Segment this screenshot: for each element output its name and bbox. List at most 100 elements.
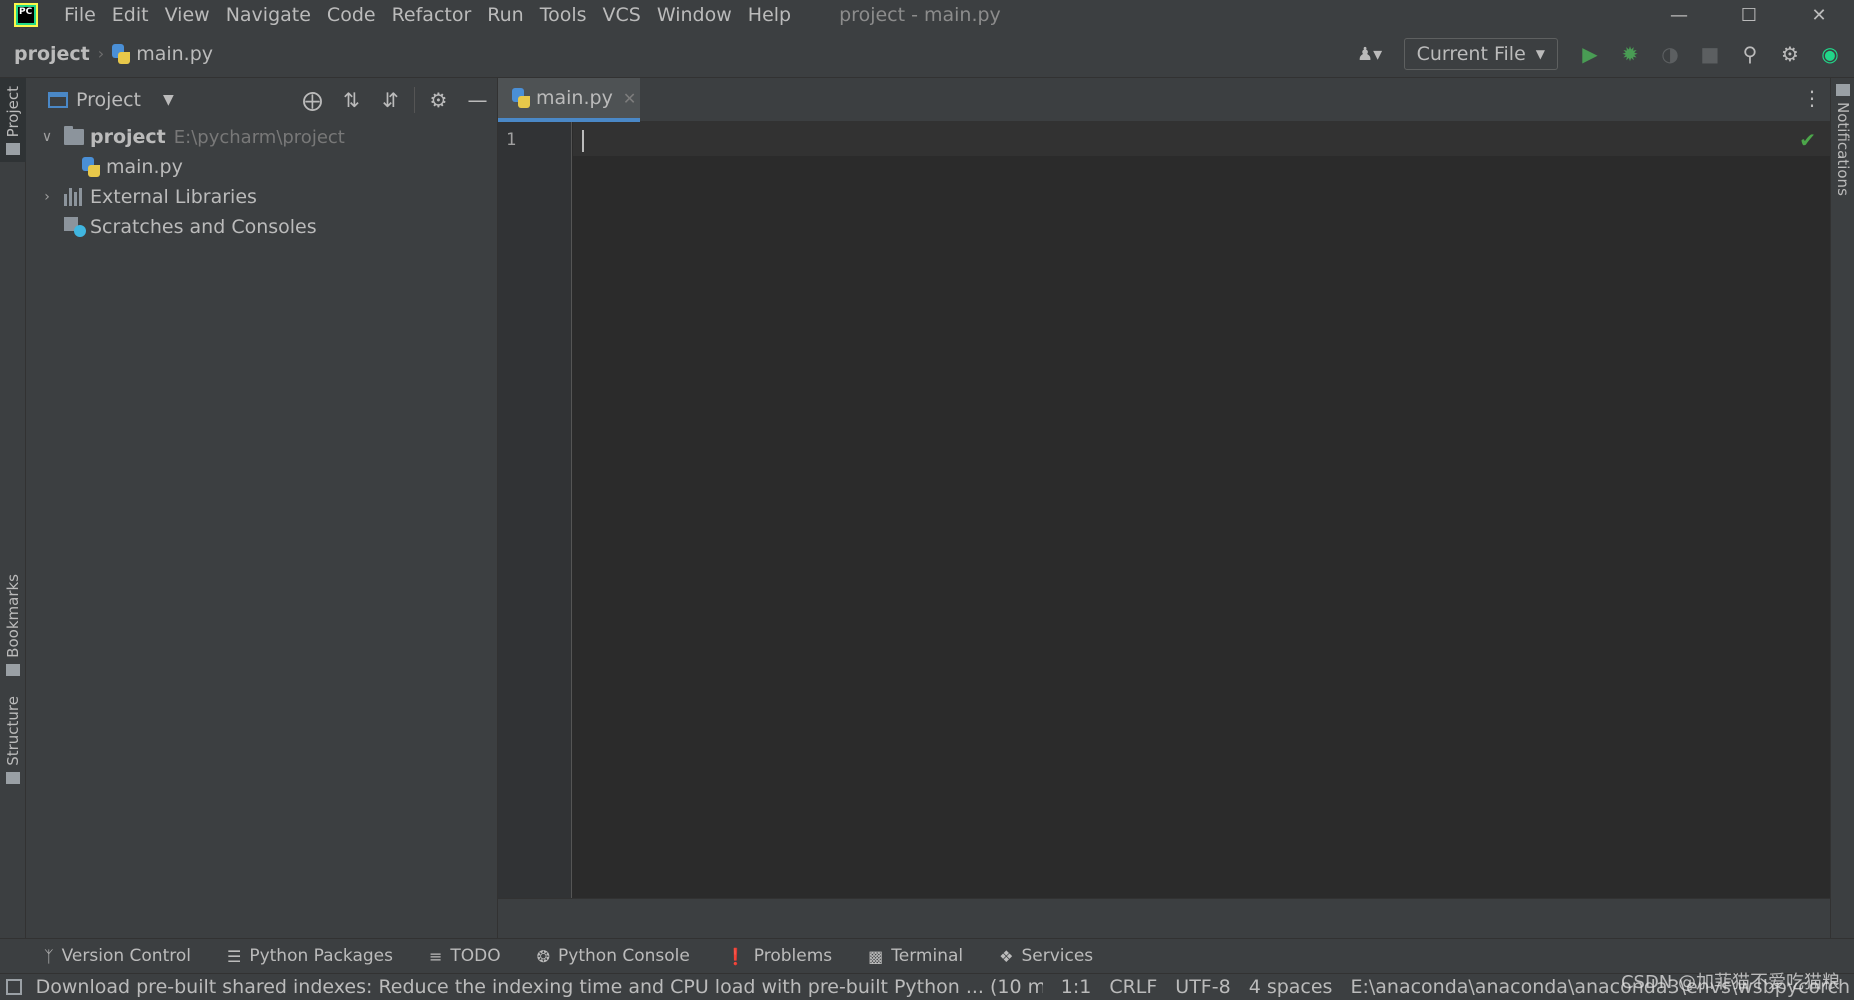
file-encoding[interactable]: UTF-8 [1175, 976, 1230, 998]
indent-setting[interactable]: 4 spaces [1249, 976, 1333, 998]
stripe-project-label: Project [4, 86, 22, 138]
menu-edit[interactable]: Edit [112, 4, 149, 26]
gear-icon[interactable]: ⚙ [419, 84, 458, 116]
line-number: 1 [506, 130, 517, 150]
folder-icon [6, 143, 20, 156]
problems-icon: ❗ [725, 946, 746, 966]
layers-icon: ☰ [226, 946, 242, 966]
stripe-tab-structure[interactable]: Structure [0, 696, 26, 784]
chevron-down-icon[interactable]: ▼ [163, 92, 174, 108]
editor-tab-main-py[interactable]: main.py ✕ [498, 78, 640, 122]
stripe-tab-notifications[interactable]: Notifications [1830, 82, 1854, 196]
editor-tab-bar: main.py ✕ ⋮ [498, 78, 1830, 122]
line-separator[interactable]: CRLF [1109, 976, 1157, 998]
project-panel-tools: ⨁ ⇅ ⇵ ⚙ — [293, 78, 497, 122]
bookmark-icon [6, 663, 20, 676]
menu-tools[interactable]: Tools [540, 4, 587, 26]
right-tool-stripe: Notifications [1830, 78, 1854, 938]
expand-all-icon[interactable]: ⇅ [332, 84, 371, 116]
menu-vcs[interactable]: VCS [603, 4, 641, 26]
python-file-icon [82, 157, 100, 177]
services-icon: ❖ [999, 946, 1014, 966]
project-tool-window: Project ▼ ⨁ ⇅ ⇵ ⚙ — ∨ project E:\pycharm… [26, 78, 498, 938]
status-bar: Download pre-built shared indexes: Reduc… [0, 972, 1854, 1000]
stripe-tab-bookmarks[interactable]: Bookmarks [0, 574, 26, 676]
tool-services-label: Services [1021, 946, 1094, 966]
check-icon[interactable]: ✔ [1799, 128, 1816, 152]
project-view-icon [48, 92, 68, 108]
gear-icon[interactable]: ⚙ [1774, 38, 1806, 70]
chevron-right-icon[interactable]: › [40, 189, 54, 205]
menu-view[interactable]: View [165, 4, 210, 26]
window-title: project - main.py [839, 4, 1001, 26]
bug-icon[interactable]: ✹ [1614, 38, 1646, 70]
play-icon[interactable]: ▶ [1574, 38, 1606, 70]
menu-refactor[interactable]: Refactor [392, 4, 472, 26]
tool-version-control[interactable]: ᛉ Version Control [44, 946, 191, 966]
menu-window[interactable]: Window [657, 4, 732, 26]
menu-navigate[interactable]: Navigate [226, 4, 311, 26]
locate-file-icon[interactable]: ⨁ [293, 84, 332, 116]
project-panel-title[interactable]: Project [76, 89, 141, 111]
tree-scratches-label: Scratches and Consoles [90, 216, 317, 238]
coverage-icon[interactable]: ◑ [1654, 38, 1686, 70]
stripe-bookmarks-label: Bookmarks [4, 574, 22, 658]
list-icon: ≡ [428, 946, 443, 966]
logo-text: PC [18, 7, 34, 23]
menu-file[interactable]: File [64, 4, 96, 26]
editor-area: main.py ✕ ⋮ 1 ✔ [498, 78, 1830, 938]
tree-item-external-libraries[interactable]: › External Libraries [26, 182, 498, 212]
minimize-button[interactable]: — [1644, 0, 1714, 30]
menu-code[interactable]: Code [327, 4, 376, 26]
menu-help[interactable]: Help [748, 4, 791, 26]
tool-terminal[interactable]: ▩ Terminal [868, 946, 963, 966]
tool-python-packages[interactable]: ☰ Python Packages [227, 946, 393, 966]
tool-services[interactable]: ❖ Services [999, 946, 1093, 966]
user-account-icon[interactable]: ♟▾ [1350, 41, 1390, 67]
code-with-me-icon[interactable]: ◉ [1814, 38, 1846, 70]
run-configuration-dropdown[interactable]: Current File ▼ [1403, 38, 1558, 70]
project-panel-header: Project ▼ ⨁ ⇅ ⇵ ⚙ — [26, 78, 497, 122]
menu-run[interactable]: Run [487, 4, 523, 26]
collapse-all-icon[interactable]: ⇵ [371, 84, 410, 116]
tree-root-name: project [90, 126, 166, 148]
chevron-down-icon[interactable]: ∨ [40, 129, 54, 145]
chevron-down-icon: ▼ [1535, 47, 1545, 61]
title-bar: PC File Edit View Navigate Code Refactor… [0, 0, 1854, 30]
status-message[interactable]: Download pre-built shared indexes: Reduc… [36, 976, 1043, 998]
tool-python-packages-label: Python Packages [249, 946, 393, 966]
text-caret [582, 130, 584, 152]
breadcrumb-separator: › [97, 44, 105, 63]
branch-icon: ᛉ [44, 946, 54, 966]
maximize-button[interactable]: ☐ [1714, 0, 1784, 30]
tree-item-scratches[interactable]: Scratches and Consoles [26, 212, 498, 242]
tool-problems[interactable]: ❗ Problems [726, 946, 832, 966]
watermark: CSDN @加菲猫不爱吃猫粮 [1620, 972, 1840, 993]
tree-item-main-py[interactable]: main.py [26, 152, 498, 182]
more-options-icon[interactable]: ⋮ [1802, 86, 1822, 114]
breadcrumb-project[interactable]: project [14, 43, 90, 65]
tree-root-path: E:\pycharm\project [173, 126, 345, 148]
main-toolbar: ♟▾ Current File ▼ ▶ ✹ ◑ ■ ⚲ ⚙ ◉ [1350, 30, 1854, 78]
close-window-button[interactable]: ✕ [1784, 0, 1854, 30]
caret-position[interactable]: 1:1 [1061, 976, 1092, 998]
tool-version-control-label: Version Control [61, 946, 191, 966]
stripe-tab-project[interactable]: Project [0, 78, 26, 162]
library-icon [64, 188, 84, 206]
tree-item-project[interactable]: ∨ project E:\pycharm\project [26, 122, 498, 152]
tool-todo-label: TODO [450, 946, 501, 966]
stop-icon[interactable]: ■ [1694, 38, 1726, 70]
main-menu: File Edit View Navigate Code Refactor Ru… [64, 4, 807, 26]
breadcrumb-file[interactable]: main.py [136, 43, 213, 65]
hide-panel-icon[interactable]: — [458, 84, 497, 116]
stripe-notifications-label: Notifications [1834, 102, 1852, 196]
search-icon[interactable]: ⚲ [1734, 38, 1766, 70]
toggle-tool-windows-icon[interactable] [6, 979, 22, 995]
pycharm-logo-icon[interactable]: PC [14, 3, 38, 27]
tool-todo[interactable]: ≡ TODO [429, 946, 501, 966]
caret-row-highlight[interactable] [573, 122, 1830, 156]
close-icon[interactable]: ✕ [623, 89, 636, 108]
tool-problems-label: Problems [753, 946, 833, 966]
bell-icon [1836, 84, 1850, 96]
tool-python-console[interactable]: ❂ Python Console [537, 946, 690, 966]
